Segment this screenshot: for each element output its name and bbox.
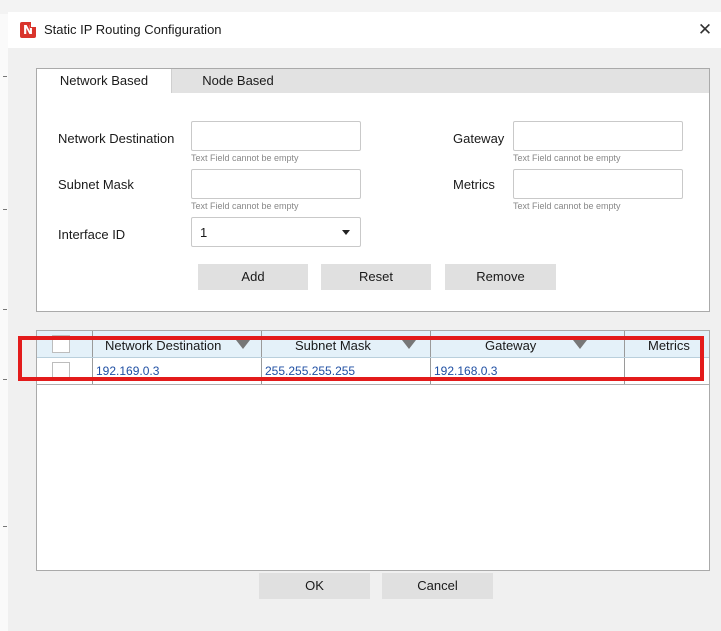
- reset-button[interactable]: Reset: [321, 264, 431, 290]
- gateway-hint: Text Field cannot be empty: [513, 153, 621, 163]
- column-header-label: Subnet Mask: [295, 338, 371, 353]
- cell-network-destination[interactable]: 192.169.0.3: [93, 358, 262, 384]
- gateway-input[interactable]: [513, 121, 683, 151]
- chevron-down-icon: [342, 230, 350, 235]
- filter-icon[interactable]: [236, 340, 250, 349]
- filter-icon[interactable]: [402, 340, 416, 349]
- metrics-input[interactable]: [513, 169, 683, 199]
- network-destination-label: Network Destination: [58, 131, 175, 146]
- cell-metrics[interactable]: [625, 358, 709, 384]
- column-header-network-destination[interactable]: Network Destination: [93, 331, 262, 357]
- background-tick: [3, 76, 7, 77]
- column-header-metrics[interactable]: Metrics: [625, 331, 709, 357]
- interface-id-value: 1: [200, 225, 208, 240]
- tab-network-based[interactable]: Network Based: [37, 69, 172, 93]
- interface-id-label: Interface ID: [58, 227, 126, 242]
- add-button[interactable]: Add: [198, 264, 308, 290]
- cell-subnet-mask[interactable]: 255.255.255.255: [262, 358, 431, 384]
- app-logo-icon: N: [20, 22, 36, 38]
- route-entry-panel: Network Based Node Based Network Destina…: [36, 68, 710, 312]
- column-header-label: Gateway: [485, 338, 537, 353]
- subnet-mask-hint: Text Field cannot be empty: [191, 201, 299, 211]
- select-all-checkbox[interactable]: [52, 335, 70, 353]
- tab-node-based[interactable]: Node Based: [183, 69, 293, 93]
- row-checkbox[interactable]: [52, 362, 70, 380]
- background-tick: [3, 309, 7, 310]
- tab-strip: Network Based Node Based: [37, 69, 709, 93]
- row-select-cell: [37, 358, 93, 384]
- table-header: Network Destination Subnet Mask Gateway …: [37, 331, 709, 358]
- dialog-title: Static IP Routing Configuration: [44, 22, 222, 37]
- column-header-label: Metrics: [648, 338, 690, 353]
- filter-icon[interactable]: [573, 340, 587, 349]
- title-bar: N Static IP Routing Configuration ✕: [8, 12, 721, 48]
- column-header-gateway[interactable]: Gateway: [431, 331, 625, 357]
- background-tick: [3, 209, 7, 210]
- subnet-mask-label: Subnet Mask: [58, 177, 134, 192]
- table-row[interactable]: 192.169.0.3 255.255.255.255 192.168.0.3: [37, 358, 709, 385]
- network-destination-input[interactable]: [191, 121, 361, 151]
- ok-button[interactable]: OK: [259, 573, 370, 599]
- remove-button[interactable]: Remove: [445, 264, 556, 290]
- header-select-cell: [37, 331, 93, 357]
- gateway-label: Gateway: [453, 131, 505, 146]
- routes-table: Network Destination Subnet Mask Gateway …: [36, 330, 710, 571]
- close-icon[interactable]: ✕: [693, 18, 717, 42]
- network-destination-hint: Text Field cannot be empty: [191, 153, 299, 163]
- static-ip-routing-dialog: N Static IP Routing Configuration ✕ Netw…: [8, 12, 721, 631]
- cell-gateway[interactable]: 192.168.0.3: [431, 358, 625, 384]
- column-header-subnet-mask[interactable]: Subnet Mask: [262, 331, 431, 357]
- column-header-label: Network Destination: [105, 338, 222, 353]
- background-tick: [3, 379, 7, 380]
- interface-id-select[interactable]: 1: [191, 217, 361, 247]
- background-tick: [3, 526, 7, 527]
- metrics-hint: Text Field cannot be empty: [513, 201, 621, 211]
- cancel-button[interactable]: Cancel: [382, 573, 493, 599]
- subnet-mask-input[interactable]: [191, 169, 361, 199]
- metrics-label: Metrics: [453, 177, 495, 192]
